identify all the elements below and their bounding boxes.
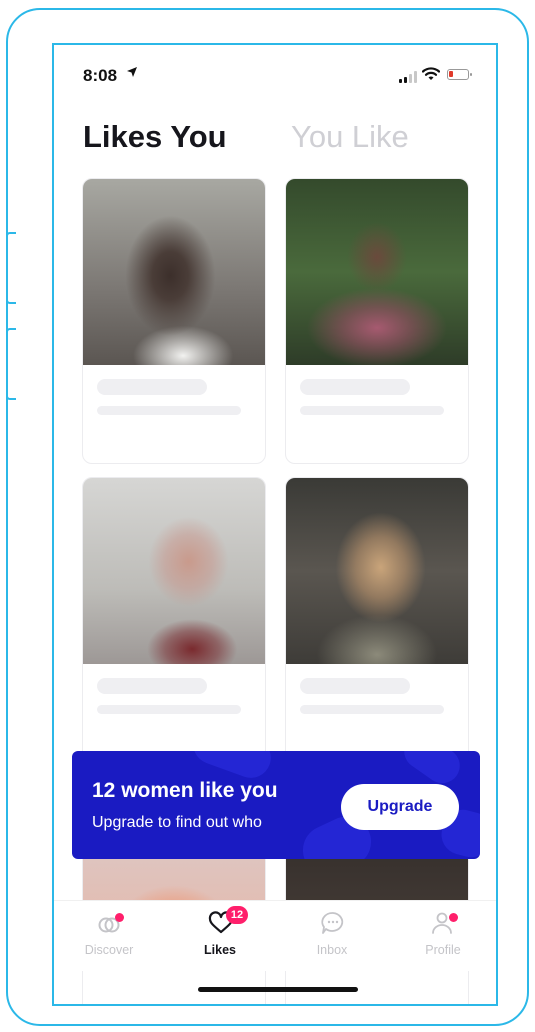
name-placeholder bbox=[97, 379, 207, 395]
upgrade-banner[interactable]: 12 women like you Upgrade to find out wh… bbox=[72, 751, 480, 859]
detail-placeholder bbox=[300, 705, 444, 714]
upgrade-button[interactable]: Upgrade bbox=[341, 784, 459, 830]
detail-placeholder bbox=[300, 406, 444, 415]
tab-likes-you[interactable]: Likes You bbox=[83, 119, 227, 155]
home-indicator[interactable] bbox=[198, 987, 358, 992]
blurred-photo bbox=[286, 478, 468, 664]
tab-likes[interactable]: 12 Likes bbox=[170, 901, 270, 971]
tab-label: Inbox bbox=[316, 943, 348, 957]
tab-label: Likes bbox=[204, 943, 236, 957]
tab-profile[interactable]: Profile bbox=[393, 901, 493, 971]
chat-bubble-icon bbox=[320, 911, 346, 935]
status-bar: 8:08 bbox=[54, 45, 496, 85]
profile-card[interactable] bbox=[82, 178, 266, 464]
wifi-icon bbox=[421, 67, 441, 83]
name-placeholder bbox=[97, 678, 207, 694]
volume-up-button bbox=[6, 232, 16, 304]
profile-card[interactable] bbox=[285, 477, 469, 763]
tab-discover[interactable]: Discover bbox=[59, 901, 159, 971]
likes-count-badge: 12 bbox=[226, 906, 248, 924]
blurred-photo bbox=[83, 179, 265, 365]
app-screen: 8:08 Likes You You Like 12 women like yo… bbox=[52, 43, 498, 1006]
tab-label: Discover bbox=[84, 943, 134, 957]
blurred-photo bbox=[83, 478, 265, 664]
tab-inbox[interactable]: Inbox bbox=[282, 901, 382, 971]
detail-placeholder bbox=[97, 705, 241, 714]
bottom-tab-bar: Discover 12 Likes Inbox Profile bbox=[54, 900, 496, 971]
discover-icon bbox=[97, 911, 124, 935]
detail-placeholder bbox=[97, 406, 241, 415]
profile-icon bbox=[431, 911, 458, 935]
volume-down-button bbox=[6, 328, 16, 400]
location-arrow-icon bbox=[126, 65, 138, 81]
battery-icon bbox=[447, 69, 472, 80]
cellular-signal-icon bbox=[399, 71, 419, 83]
blurred-photo bbox=[286, 179, 468, 365]
banner-subtitle: Upgrade to find out who bbox=[92, 814, 262, 831]
profile-card[interactable] bbox=[285, 178, 469, 464]
status-time: 8:08 bbox=[83, 66, 118, 85]
name-placeholder bbox=[300, 678, 410, 694]
banner-title: 12 women like you bbox=[92, 779, 278, 802]
tab-you-like[interactable]: You Like bbox=[291, 119, 409, 155]
tab-label: Profile bbox=[425, 943, 461, 957]
profile-card[interactable] bbox=[82, 477, 266, 763]
name-placeholder bbox=[300, 379, 410, 395]
